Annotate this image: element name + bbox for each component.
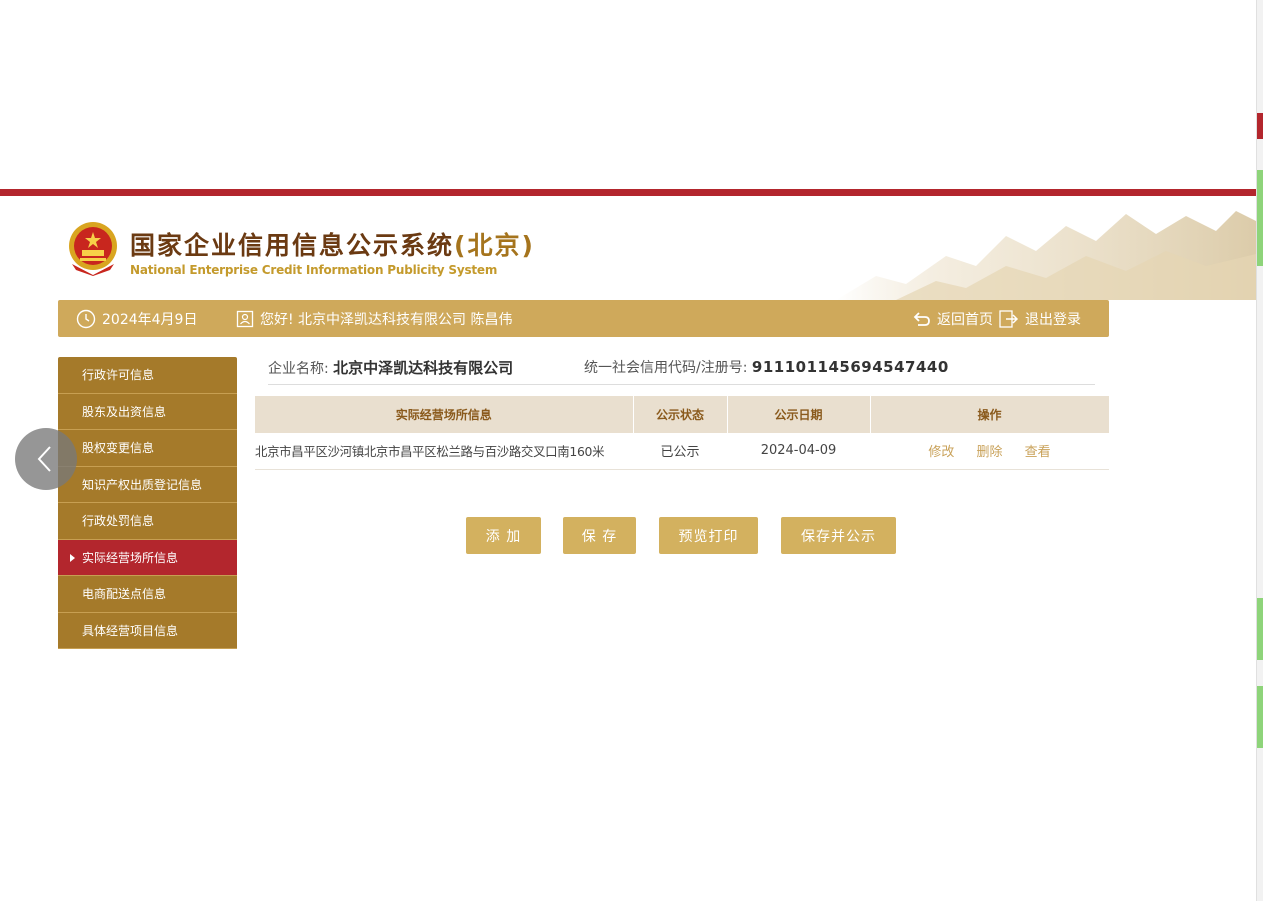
sidebar-item-admin-license[interactable]: 行政许可信息	[58, 357, 237, 394]
premises-table: 实际经营场所信息 公示状态 公示日期 操作 北京市昌平区沙河镇北京市昌平区松兰路…	[255, 396, 1110, 470]
edit-link[interactable]: 修改	[928, 445, 954, 460]
table-header-row: 实际经营场所信息 公示状态 公示日期 操作	[255, 396, 1110, 433]
table-row: 北京市昌平区沙河镇北京市昌平区松兰路与百沙路交叉口南160米 已公示 2024-…	[255, 433, 1109, 470]
save-publish-button[interactable]: 保存并公示	[781, 517, 896, 554]
cell-address: 北京市昌平区沙河镇北京市昌平区松兰路与百沙路交叉口南160米	[255, 433, 633, 470]
header-red-stripe	[0, 189, 1256, 196]
back-button[interactable]	[15, 428, 77, 490]
col-header-status: 公示状态	[633, 396, 728, 433]
clock-icon	[76, 309, 96, 329]
credit-code-group: 统一社会信用代码/注册号: 911101145694547440	[584, 357, 949, 377]
national-emblem-icon	[69, 222, 117, 276]
preview-print-button[interactable]: 预览打印	[659, 517, 758, 554]
greeting-text: 您好! 北京中泽凯达科技有限公司 陈昌伟	[260, 312, 513, 328]
view-link[interactable]: 查看	[1025, 445, 1051, 460]
company-name-value: 北京中泽凯达科技有限公司	[333, 359, 514, 377]
cell-status: 已公示	[633, 433, 727, 470]
cell-ops: 修改 删除 查看	[870, 433, 1109, 470]
sidebar-item-business-projects[interactable]: 具体经营项目信息	[58, 612, 237, 649]
user-greeting: 您好! 北京中泽凯达科技有限公司 陈昌伟	[236, 309, 513, 329]
col-header-ops: 操作	[870, 396, 1110, 433]
col-header-date: 公示日期	[727, 396, 871, 433]
edge-mark-red	[1257, 113, 1263, 139]
col-header-address: 实际经营场所信息	[255, 396, 634, 433]
cell-date: 2024-04-09	[727, 433, 870, 470]
sidebar-item-label: 实际经营场所信息	[82, 550, 179, 565]
chevron-left-icon	[37, 446, 51, 472]
company-name-label: 企业名称:	[268, 361, 329, 377]
home-link[interactable]: 返回首页	[937, 309, 993, 329]
date-text: 2024年4月9日	[102, 312, 198, 328]
sidebar-item-admin-penalty[interactable]: 行政处罚信息	[58, 503, 237, 540]
edge-mark-green-2	[1257, 598, 1263, 660]
top-info-bar: 2024年4月9日 您好! 北京中泽凯达科技有限公司 陈昌伟 返回首页 退出登录	[58, 300, 1109, 337]
save-button[interactable]: 保 存	[563, 517, 636, 554]
sidebar-item-ip-pledge[interactable]: 知识产权出质登记信息	[58, 466, 237, 503]
logout-link[interactable]: 退出登录	[1025, 309, 1081, 329]
date-display: 2024年4月9日	[76, 309, 197, 329]
logout-icon[interactable]	[999, 310, 1019, 328]
sidebar-item-ecommerce-delivery[interactable]: 电商配送点信息	[58, 576, 237, 613]
site-title: 国家企业信用信息公示系统(北京)	[130, 231, 535, 260]
sidebar-item-equity-change[interactable]: 股权变更信息	[58, 430, 237, 467]
sidebar-item-shareholder[interactable]: 股东及出资信息	[58, 393, 237, 430]
mountain-decoration	[836, 211, 1256, 300]
sidebar-item-business-premises[interactable]: 实际经营场所信息	[58, 539, 237, 576]
company-info: 企业名称: 北京中泽凯达科技有限公司 统一社会信用代码/注册号: 9111011…	[268, 357, 1095, 385]
user-card-icon	[236, 310, 254, 328]
credit-code-label: 统一社会信用代码/注册号:	[584, 360, 748, 376]
site-subtitle: National Enterprise Credit Information P…	[130, 263, 498, 277]
top-links: 返回首页 退出登录	[913, 309, 1081, 329]
edge-mark-green-1	[1257, 170, 1263, 266]
edge-mark-green-3	[1257, 686, 1263, 748]
site-title-region: (北京)	[454, 231, 535, 260]
credit-code-value: 911101145694547440	[751, 358, 949, 376]
return-arrow-icon[interactable]	[913, 311, 931, 327]
add-button[interactable]: 添 加	[466, 517, 541, 554]
delete-link[interactable]: 删除	[976, 445, 1002, 460]
sidebar-nav: 行政许可信息 股东及出资信息 股权变更信息 知识产权出质登记信息 行政处罚信息 …	[58, 357, 237, 649]
caret-right-icon	[70, 553, 75, 562]
